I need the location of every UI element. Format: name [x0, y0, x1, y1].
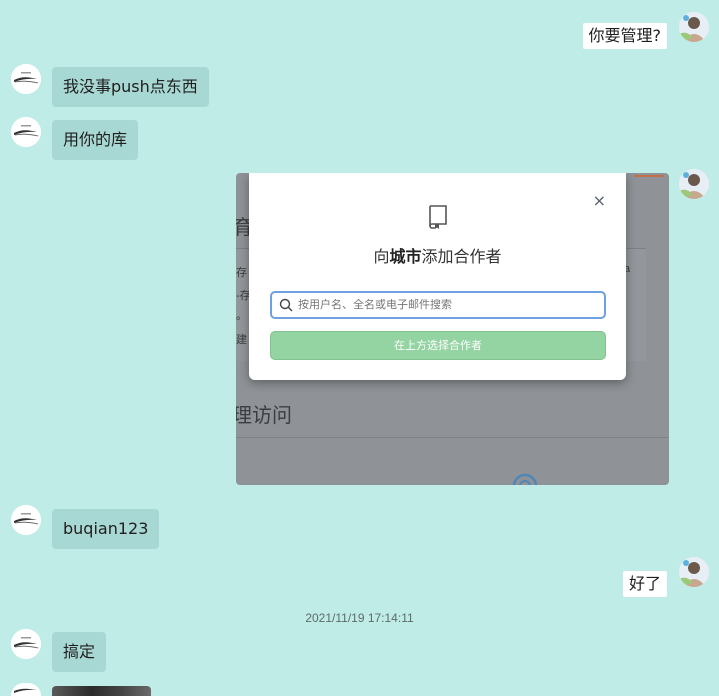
message-bubble[interactable]: buqian123 [52, 509, 160, 549]
message-timestamp: 2021/11/19 17:14:11 [305, 611, 414, 625]
dialog-title: 向城市添加合作者 [373, 247, 502, 266]
message-text: 搞定 [63, 642, 96, 661]
message-bubble[interactable]: 我没事push点东西 [52, 67, 209, 107]
avatar-self[interactable] [679, 12, 709, 42]
bg-text-line: 。 [236, 310, 247, 322]
avatar-self[interactable] [679, 169, 709, 199]
message-text: 好了 [628, 574, 661, 593]
add-collaborator-dialog: × 向城市添加合作者 在上方选择合作者 [249, 173, 626, 380]
bg-orange-accent [634, 175, 664, 177]
avatar-image-icon [11, 629, 41, 659]
bg-text-line: 存 [236, 267, 247, 279]
message-text: buqian123 [63, 519, 149, 538]
avatar-image-icon [679, 169, 709, 199]
collaborator-search-field[interactable] [270, 291, 606, 319]
avatar-image-icon [11, 505, 41, 535]
avatar-contact[interactable] [11, 505, 41, 535]
collaborator-search-input[interactable] [298, 299, 588, 311]
avatar-image-icon [11, 117, 41, 147]
message-bubble[interactable]: 你要管理? [582, 23, 667, 49]
avatar-image-icon [679, 557, 709, 587]
message-bubble[interactable]: 好了 [622, 571, 667, 597]
message-text: 你要管理? [588, 26, 662, 45]
message-bubble[interactable]: 用你的库 [52, 120, 139, 160]
avatar-image-icon [11, 683, 41, 696]
avatar-contact[interactable] [11, 683, 41, 696]
avatar-image-icon [11, 64, 41, 94]
avatar-image-icon [679, 12, 709, 42]
repo-book-icon [429, 205, 447, 229]
bg-text-line: 建 [236, 334, 247, 346]
avatar-contact[interactable] [11, 629, 41, 659]
bg-heading: 理访问 [236, 405, 292, 427]
message-text: 用你的库 [63, 130, 128, 149]
image-message-thumbnail[interactable] [52, 686, 151, 696]
bg-divider [236, 437, 669, 438]
message-bubble[interactable]: 搞定 [52, 632, 107, 672]
search-icon [279, 298, 293, 312]
message-text: 我没事push点东西 [63, 77, 198, 96]
bg-icon [512, 473, 538, 485]
avatar-contact[interactable] [11, 64, 41, 94]
select-collaborator-button[interactable]: 在上方选择合作者 [270, 331, 606, 360]
avatar-self[interactable] [679, 557, 709, 587]
avatar-contact[interactable] [11, 117, 41, 147]
shared-screenshot[interactable]: 育 存 -存 。 建 a 理访问 × 向城市添加合作者 在上方选择合作者 [236, 173, 669, 485]
close-icon[interactable]: × [593, 191, 606, 210]
